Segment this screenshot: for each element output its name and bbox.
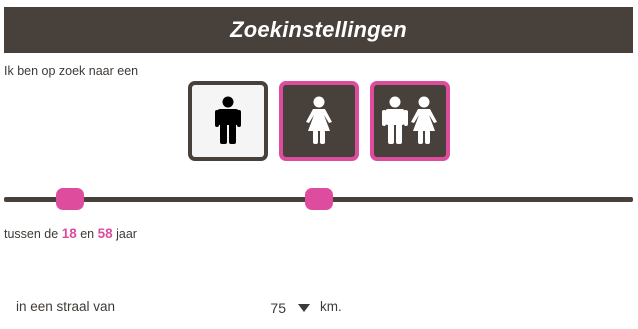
age-min-value: 18	[61, 226, 77, 241]
age-max-value: 58	[97, 226, 113, 241]
radius-select[interactable]: 75	[256, 297, 312, 319]
radius-unit: km.	[320, 299, 342, 314]
man-icon	[215, 96, 241, 144]
couple-icon	[382, 96, 437, 144]
looking-for-label: Ik ben op zoek naar een	[4, 64, 139, 78]
age-suffix: jaar	[116, 227, 137, 241]
age-middle: en	[80, 227, 95, 241]
option-woman-button[interactable]	[279, 81, 359, 161]
woman-icon	[306, 96, 332, 144]
search-settings-panel: Zoekinstellingen Ik ben op zoek naar een	[0, 0, 638, 329]
age-min-handle[interactable]	[56, 188, 84, 210]
page-title: Zoekinstellingen	[230, 17, 407, 42]
radius-value: 75	[270, 300, 286, 316]
option-couple-button[interactable]	[370, 81, 450, 161]
age-prefix: tussen de	[4, 227, 59, 241]
option-man-button[interactable]	[188, 81, 268, 161]
radius-label: in een straal van	[16, 299, 116, 314]
chevron-down-icon	[298, 304, 310, 312]
header-bar: Zoekinstellingen	[4, 7, 633, 53]
age-range-text: tussen de 18 en 58 jaar	[4, 226, 137, 241]
age-max-handle[interactable]	[305, 188, 333, 210]
